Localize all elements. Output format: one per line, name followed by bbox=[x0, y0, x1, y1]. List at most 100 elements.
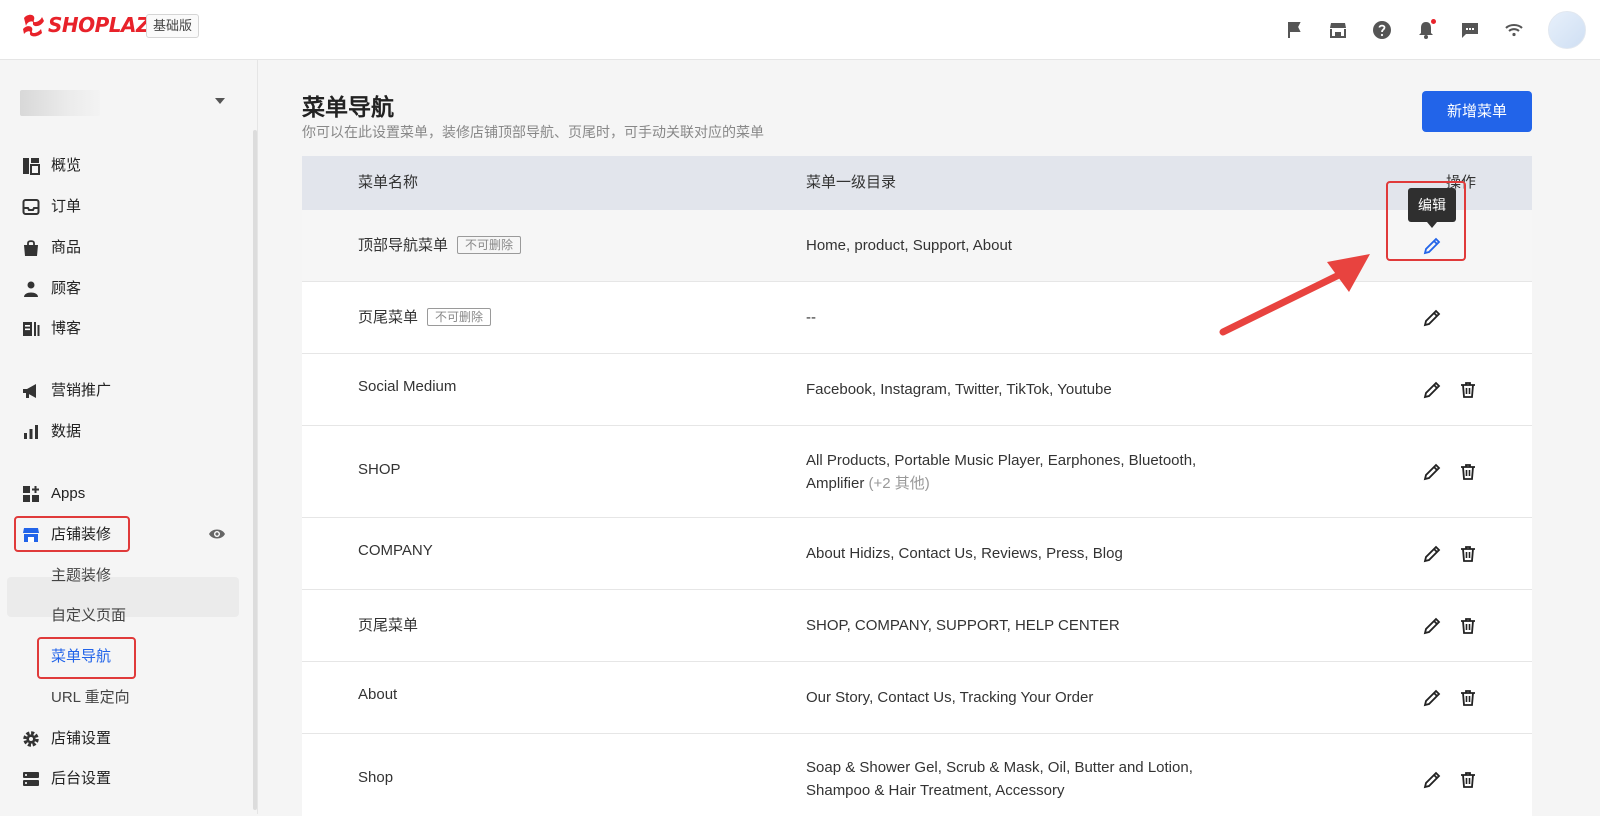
annotation-box-menu-nav bbox=[37, 637, 136, 679]
sidebar-item-store-settings[interactable]: 店铺设置 bbox=[22, 725, 111, 753]
sidebar-item-blog[interactable]: 博客 bbox=[22, 315, 81, 343]
menu-directory-cell: SHOP, COMPANY, SUPPORT, HELP CENTER bbox=[806, 617, 1120, 634]
edit-button[interactable] bbox=[1422, 770, 1442, 790]
edit-button[interactable] bbox=[1422, 380, 1442, 400]
blog-icon bbox=[23, 322, 40, 336]
notification-dot bbox=[1431, 19, 1436, 24]
sidebar-item-products[interactable]: 商品 bbox=[22, 234, 81, 262]
sidebar-item-label: 博客 bbox=[51, 320, 82, 337]
sidebar-item-admin-settings[interactable]: 后台设置 bbox=[22, 765, 111, 793]
trash-icon bbox=[1461, 772, 1475, 788]
sidebar-item-marketing[interactable]: 营销推广 bbox=[22, 377, 111, 405]
wifi-icon[interactable] bbox=[1501, 17, 1527, 43]
table-row[interactable]: Shop Soap & Shower Gel, Scrub & Mask, Oi… bbox=[302, 734, 1532, 816]
pencil-icon bbox=[1423, 689, 1441, 707]
sidebar-scrollbar[interactable] bbox=[253, 130, 257, 810]
delete-button[interactable] bbox=[1458, 616, 1478, 636]
table-row[interactable]: Social Medium Facebook, Instagram, Twitt… bbox=[302, 354, 1532, 426]
main-content: 菜单导航 你可以在此设置菜单，装修店铺顶部导航、页尾时，可手动关联对应的菜单 新… bbox=[258, 60, 1600, 816]
table-row[interactable]: SHOP All Products, Portable Music Player… bbox=[302, 426, 1532, 518]
dashboard-icon bbox=[23, 158, 40, 175]
trash-icon bbox=[1461, 546, 1475, 562]
sidebar-item-label: 顾客 bbox=[51, 280, 82, 297]
menu-directory-cell: -- bbox=[806, 309, 816, 326]
edit-button[interactable] bbox=[1422, 462, 1442, 482]
delete-button[interactable] bbox=[1458, 544, 1478, 564]
bell-icon[interactable] bbox=[1413, 17, 1439, 43]
pencil-icon bbox=[1423, 771, 1441, 789]
menu-directory-cell: All Products, Portable Music Player, Ear… bbox=[806, 449, 1236, 495]
menu-name-cell: About bbox=[358, 686, 397, 703]
pencil-icon bbox=[1423, 545, 1441, 563]
sidebar-item-label: 概览 bbox=[51, 157, 82, 174]
edit-button[interactable] bbox=[1422, 308, 1442, 328]
menu-name: Shop bbox=[358, 769, 394, 786]
flag-icon[interactable] bbox=[1281, 17, 1307, 43]
undeletable-tag: 不可删除 bbox=[457, 235, 522, 254]
delete-button[interactable] bbox=[1458, 380, 1478, 400]
trash-icon bbox=[1461, 618, 1475, 634]
table-row[interactable]: 页尾菜单 SHOP, COMPANY, SUPPORT, HELP CENTER bbox=[302, 590, 1532, 662]
table-row[interactable]: COMPANY About Hidizs, Contact Us, Review… bbox=[302, 518, 1532, 590]
sidebar-item-label: 订单 bbox=[51, 198, 82, 215]
annotation-box-edit bbox=[1386, 181, 1466, 261]
menu-name: SHOP bbox=[358, 461, 401, 478]
sidebar-item-label: 店铺设置 bbox=[51, 730, 112, 747]
menu-directory-text: All Products, Portable Music Player, Ear… bbox=[806, 452, 1197, 492]
menu-name-cell: 页尾菜单 不可删除 bbox=[358, 306, 492, 327]
sidebar-subitem-theme[interactable]: 主题装修 bbox=[51, 562, 111, 590]
pencil-icon bbox=[1423, 381, 1441, 399]
delete-button[interactable] bbox=[1458, 770, 1478, 790]
menu-directory-cell: Our Story, Contact Us, Tracking Your Ord… bbox=[806, 689, 1094, 706]
server-icon bbox=[23, 772, 39, 786]
user-avatar[interactable] bbox=[1548, 11, 1586, 49]
table-row[interactable]: About Our Story, Contact Us, Tracking Yo… bbox=[302, 662, 1532, 734]
page-title: 菜单导航 bbox=[302, 94, 394, 120]
gear-icon bbox=[23, 731, 39, 747]
sidebar-item-label: 营销推广 bbox=[51, 382, 112, 399]
top-bar: SHOPLAZZA 基础版 bbox=[0, 0, 1600, 60]
menu-name-cell: SHOP bbox=[358, 461, 401, 478]
eye-icon[interactable] bbox=[208, 527, 226, 541]
sidebar-item-data[interactable]: 数据 bbox=[22, 418, 81, 446]
edit-button[interactable] bbox=[1422, 616, 1442, 636]
menu-name-cell: 顶部导航菜单 不可删除 bbox=[358, 234, 522, 255]
add-menu-button[interactable]: 新增菜单 bbox=[1422, 91, 1532, 132]
person-icon bbox=[24, 281, 38, 297]
edit-button[interactable] bbox=[1422, 688, 1442, 708]
sidebar-item-apps[interactable]: Apps bbox=[22, 480, 85, 508]
page-subtitle: 你可以在此设置菜单，装修店铺顶部导航、页尾时，可手动关联对应的菜单 bbox=[302, 124, 764, 140]
sidebar-item-orders[interactable]: 订单 bbox=[22, 193, 81, 221]
edit-button[interactable] bbox=[1422, 544, 1442, 564]
shoplazza-logo-icon bbox=[23, 14, 44, 37]
menu-name: 页尾菜单 bbox=[358, 309, 419, 326]
sidebar-item-customers[interactable]: 顾客 bbox=[22, 275, 81, 303]
menu-name: COMPANY bbox=[358, 542, 433, 559]
sidebar-subitem-custom-page[interactable]: 自定义页面 bbox=[51, 602, 126, 630]
trash-icon bbox=[1461, 382, 1475, 398]
menu-name: Social Medium bbox=[358, 378, 457, 395]
delete-button[interactable] bbox=[1458, 688, 1478, 708]
caret-down-icon bbox=[215, 98, 225, 104]
more-items-count: (+2 其他) bbox=[868, 475, 930, 492]
sidebar-item-overview[interactable]: 概览 bbox=[22, 152, 81, 180]
message-icon[interactable] bbox=[1457, 17, 1483, 43]
pencil-icon bbox=[1423, 463, 1441, 481]
menu-name-cell: Social Medium bbox=[358, 378, 456, 395]
sidebar-item-label: 数据 bbox=[51, 423, 82, 440]
top-icon-group bbox=[1272, 0, 1586, 60]
header-menu-name: 菜单名称 bbox=[358, 174, 419, 191]
bar-chart-icon bbox=[24, 425, 38, 439]
menu-directory-cell: About Hidizs, Contact Us, Reviews, Press… bbox=[806, 545, 1123, 562]
sidebar-item-label: 后台设置 bbox=[51, 770, 112, 787]
header-menu-directory: 菜单一级目录 bbox=[806, 174, 897, 191]
megaphone-icon bbox=[23, 384, 36, 398]
help-icon[interactable] bbox=[1369, 17, 1395, 43]
menu-directory-cell: Home, product, Support, About bbox=[806, 237, 1012, 254]
bag-icon bbox=[24, 240, 38, 256]
sidebar-subitem-url-redirect[interactable]: URL 重定向 bbox=[51, 684, 130, 712]
delete-button[interactable] bbox=[1458, 462, 1478, 482]
store-icon[interactable] bbox=[1325, 17, 1351, 43]
store-selector[interactable] bbox=[20, 86, 235, 118]
sidebar-item-label: Apps bbox=[51, 485, 86, 502]
